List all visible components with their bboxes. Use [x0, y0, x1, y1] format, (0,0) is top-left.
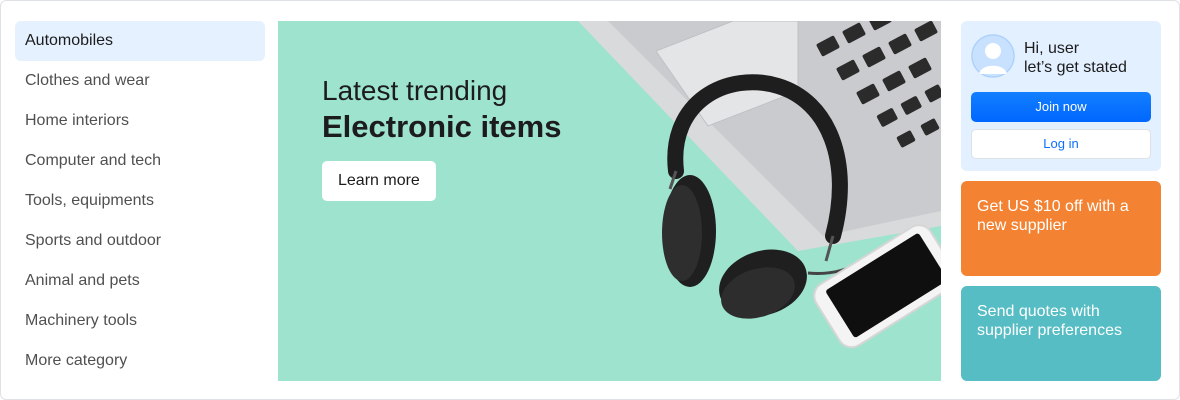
user-greeting: Hi, user let’s get stated	[1024, 39, 1127, 77]
learn-more-button[interactable]: Learn more	[322, 161, 436, 201]
banner-subtitle: Latest trending	[322, 75, 508, 106]
main-frame: Automobiles Clothes and wear Home interi…	[0, 0, 1180, 400]
send-quotes-promo[interactable]: Send quotes with supplier preferences	[961, 286, 1161, 381]
greeting-line1: Hi, user	[1024, 40, 1080, 57]
user-card: Hi, user let’s get stated Join now Log i…	[961, 21, 1161, 171]
category-item-animals[interactable]: Animal and pets	[15, 261, 265, 301]
category-item-home-interiors[interactable]: Home interiors	[15, 101, 265, 141]
join-now-button[interactable]: Join now	[971, 92, 1151, 122]
category-item-tools[interactable]: Tools, equipments	[15, 181, 265, 221]
greeting-line2: let’s get stated	[1024, 59, 1127, 76]
category-item-sports[interactable]: Sports and outdoor	[15, 221, 265, 261]
supplier-offer-promo[interactable]: Get US $10 off with a new supplier	[961, 181, 1161, 276]
banner-text: Latest trending Electronic items Learn m…	[322, 75, 561, 201]
category-item-machinery[interactable]: Machinery tools	[15, 301, 265, 341]
category-item-computer-tech[interactable]: Computer and tech	[15, 141, 265, 181]
category-item-automobiles[interactable]: Automobiles	[15, 21, 265, 61]
category-sidebar: Automobiles Clothes and wear Home interi…	[15, 21, 265, 381]
hero-banner: Latest trending Electronic items Learn m…	[278, 21, 941, 381]
category-item-more[interactable]: More category	[15, 341, 265, 381]
log-in-button[interactable]: Log in	[971, 129, 1151, 159]
banner-title: Electronic items	[322, 109, 562, 144]
category-item-clothes[interactable]: Clothes and wear	[15, 61, 265, 101]
user-avatar-icon	[971, 34, 1015, 78]
